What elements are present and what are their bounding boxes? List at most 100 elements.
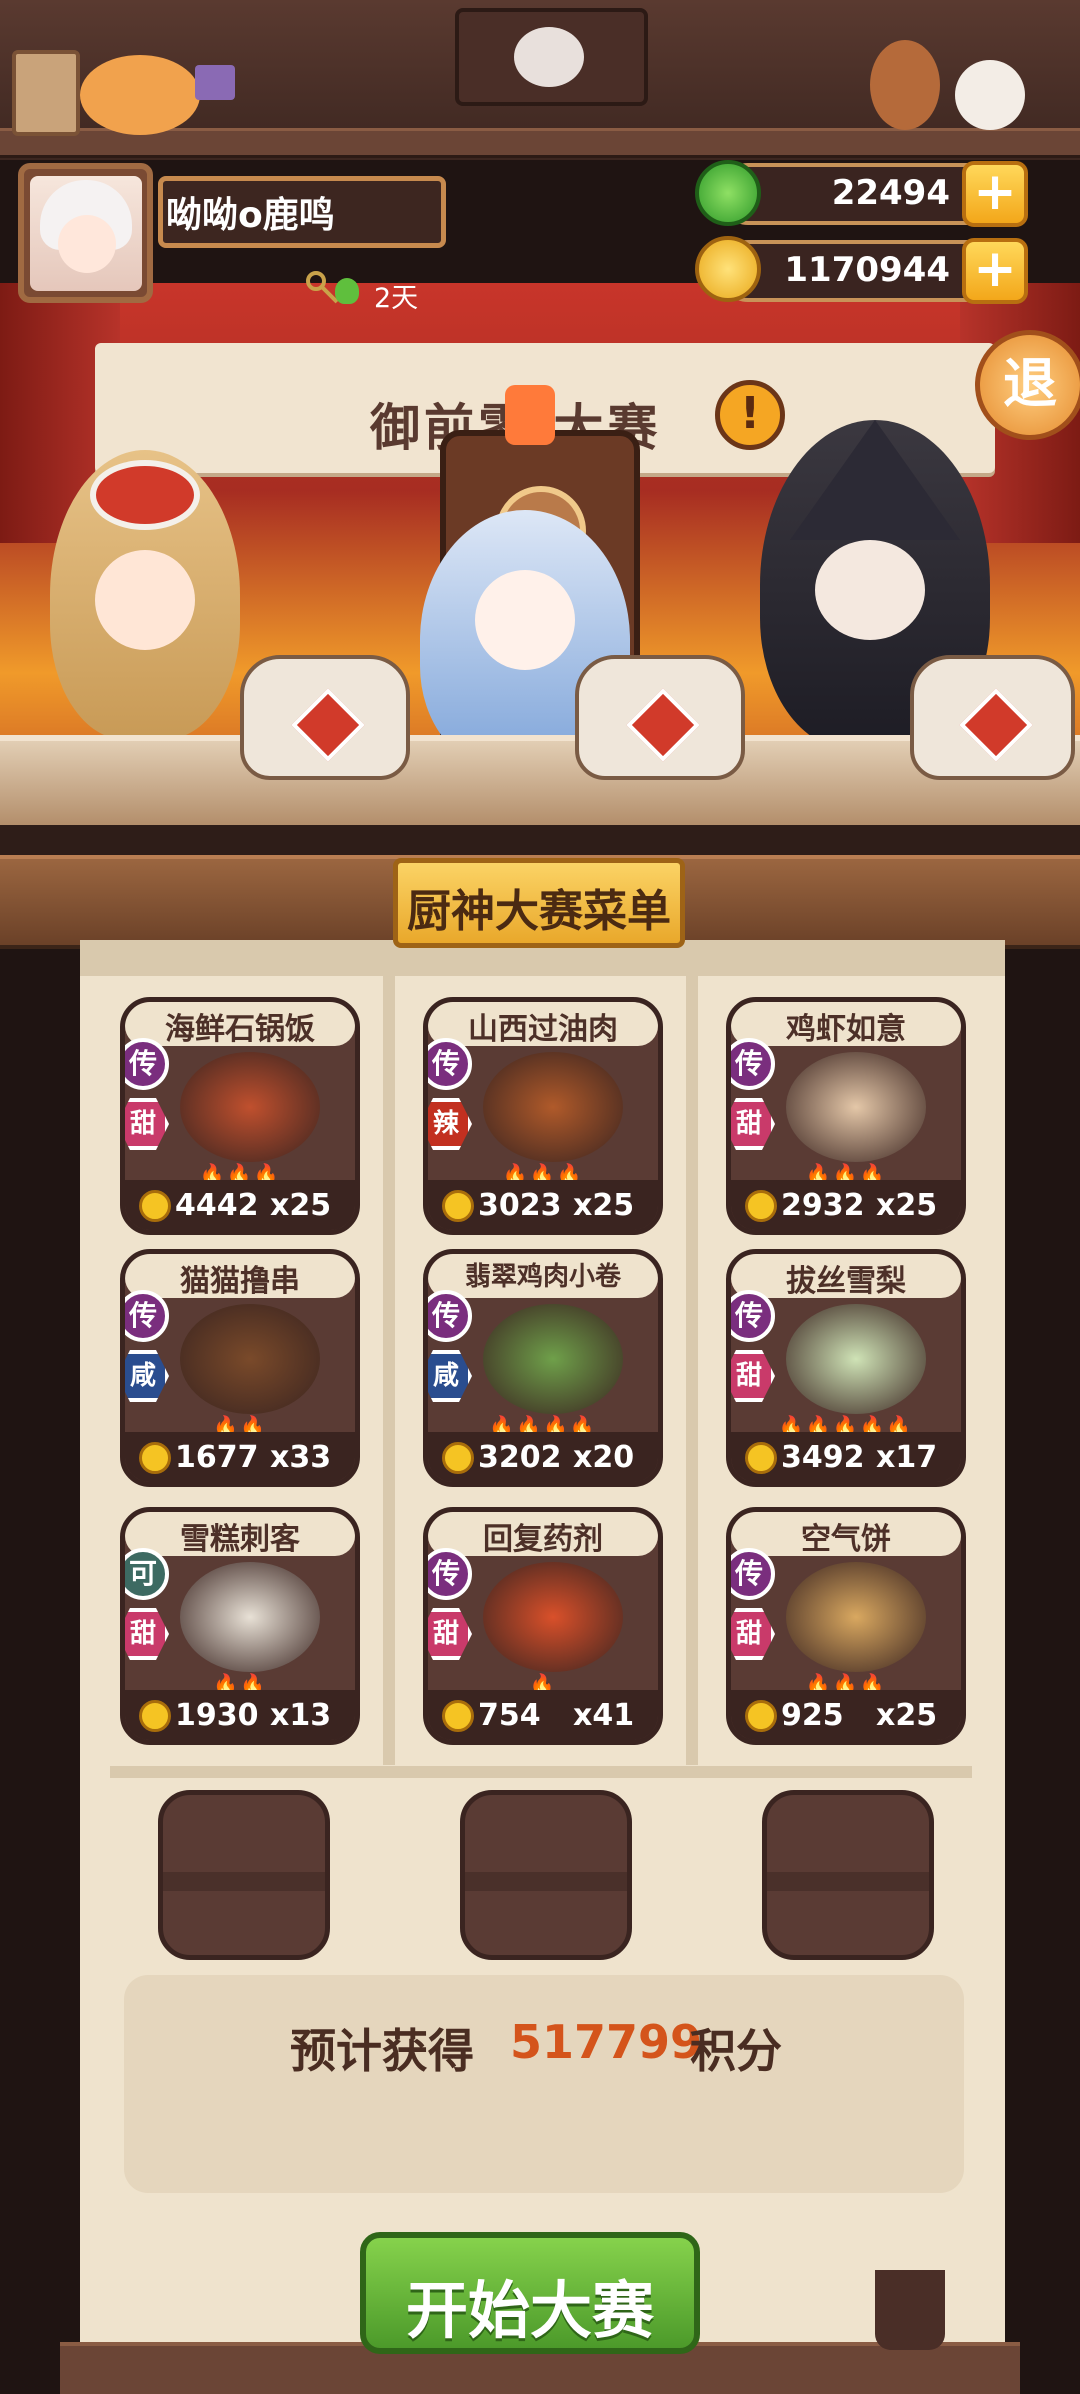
hanging-banner [455, 8, 648, 106]
cat-icon [80, 55, 200, 135]
price-bar: 3492 x17 [731, 1432, 961, 1482]
covered-pot-2 [575, 655, 745, 780]
dish-card[interactable]: 雪糕刺客可甜 🔥🔥 1930 x13 [120, 1507, 360, 1745]
dish-card[interactable]: 拔丝雪梨传甜 🔥🔥🔥🔥🔥 3492 x17 [726, 1249, 966, 1487]
dish-name: 海鲜石锅饭 [165, 1012, 315, 1047]
flavor-badge: 辣 [428, 1098, 472, 1150]
coin-amount: 1170944 [784, 250, 950, 290]
price-bar: 2932 x25 [731, 1180, 961, 1230]
coin-icon [442, 1700, 474, 1732]
flavor-badge: 咸 [428, 1350, 472, 1402]
sprout-icon [335, 278, 359, 304]
rarity-badge: 传 [428, 1548, 472, 1600]
dish-image [786, 1562, 926, 1672]
dish-name: 山西过油肉 [468, 1012, 618, 1047]
white-cat-icon [955, 60, 1025, 130]
jade-amount: 22494 [831, 173, 950, 213]
price-bar: 3202 x20 [428, 1432, 658, 1482]
dish-card[interactable]: 山西过油肉传辣 🔥🔥🔥 3023 x25 [423, 997, 663, 1235]
dish-card[interactable]: 翡翠鸡肉小卷传咸 🔥🔥🔥🔥 3202 x20 [423, 1249, 663, 1487]
dish-quantity: x25 [270, 1188, 332, 1223]
price-bar: 754 x41 [428, 1690, 658, 1740]
rarity-badge: 传 [125, 1290, 169, 1342]
estimate-value: 517799 [510, 2015, 703, 2069]
rarity-badge: 传 [125, 1038, 169, 1090]
dish-image [483, 1052, 623, 1162]
alert-icon[interactable]: ! [715, 380, 785, 450]
flavor-badge: 甜 [731, 1350, 775, 1402]
covered-pot-3 [910, 655, 1075, 780]
dish-quantity: x25 [876, 1188, 938, 1223]
price-bar: 1677 x33 [125, 1432, 355, 1482]
judge-left[interactable] [50, 450, 240, 740]
rarity-badge: 传 [731, 1548, 775, 1600]
dish-name: 拔丝雪梨 [786, 1264, 906, 1299]
jade-icon [695, 160, 761, 226]
rarity-badge: 传 [731, 1038, 775, 1090]
coin-icon [745, 1442, 777, 1474]
empty-dish-slot[interactable] [158, 1790, 330, 1960]
covered-pot-1 [240, 655, 410, 780]
dish-image [180, 1304, 320, 1414]
dish-card[interactable]: 空气饼传甜 🔥🔥🔥 925 x25 [726, 1507, 966, 1745]
dish-price: 3202 [478, 1440, 562, 1475]
dish-image [786, 1304, 926, 1414]
dish-price: 925 [781, 1698, 844, 1733]
coin-icon [745, 1190, 777, 1222]
price-bar: 925 x25 [731, 1690, 961, 1740]
dish-price: 754 [478, 1698, 541, 1733]
dish-quantity: x33 [270, 1440, 332, 1475]
days-counter: 2天 [374, 283, 419, 314]
dish-image [483, 1304, 623, 1414]
coin-icon [442, 1190, 474, 1222]
slots-divider [110, 1766, 972, 1778]
price-bar: 3023 x25 [428, 1180, 658, 1230]
price-bar: 4442 x25 [125, 1180, 355, 1230]
chef-figure-icon [870, 40, 940, 130]
coin-icon [745, 1700, 777, 1732]
flavor-badge: 甜 [731, 1608, 775, 1660]
flavor-badge: 甜 [428, 1608, 472, 1660]
dish-image [483, 1562, 623, 1672]
dish-image [180, 1052, 320, 1162]
flavor-badge: 甜 [731, 1098, 775, 1150]
player-name: 呦呦o鹿鸣 [166, 195, 335, 236]
dish-name: 雪糕刺客 [180, 1522, 300, 1557]
empty-dish-slot[interactable] [460, 1790, 632, 1960]
rarity-badge: 传 [428, 1038, 472, 1090]
start-contest-label[interactable]: 开始大赛 [360, 2260, 700, 2350]
dish-name: 猫猫撸串 [180, 1264, 300, 1299]
dish-quantity: x41 [573, 1698, 635, 1733]
dish-price: 2932 [781, 1188, 865, 1223]
rarity-badge: 传 [428, 1290, 472, 1342]
empty-dish-slot[interactable] [762, 1790, 934, 1960]
exit-button[interactable]: 退 [975, 330, 1080, 440]
flavor-badge: 甜 [125, 1098, 169, 1150]
coin-icon [442, 1442, 474, 1474]
dish-card[interactable]: 海鲜石锅饭传甜 🔥🔥🔥 4442 x25 [120, 997, 360, 1235]
dish-card[interactable]: 回复药剂传甜 🔥 754 x41 [423, 1507, 663, 1745]
dish-price: 4442 [175, 1188, 259, 1223]
estimate-unit: 积分 [690, 2024, 782, 2078]
dish-card[interactable]: 猫猫撸串传咸 🔥🔥 1677 x33 [120, 1249, 360, 1487]
dish-name: 翡翠鸡肉小卷 [464, 1262, 621, 1292]
avatar-face [58, 215, 116, 273]
dish-quantity: x20 [573, 1440, 635, 1475]
estimate-label: 预计获得 [290, 2024, 474, 2078]
dish-price: 1930 [175, 1698, 259, 1733]
column-divider [686, 975, 698, 1765]
dish-price: 1677 [175, 1440, 259, 1475]
rarity-badge: 传 [731, 1290, 775, 1342]
dish-quantity: x25 [876, 1698, 938, 1733]
flavor-badge: 咸 [125, 1350, 169, 1402]
coin-icon [695, 236, 761, 302]
flavor-badge: 甜 [125, 1608, 169, 1660]
add-coin-button[interactable]: + [962, 238, 1028, 304]
dish-quantity: x25 [573, 1188, 635, 1223]
lantern-icon [505, 385, 555, 445]
shelf-board [0, 128, 1080, 158]
dish-card[interactable]: 鸡虾如意传甜 🔥🔥🔥 2932 x25 [726, 997, 966, 1235]
add-jade-button[interactable]: + [962, 161, 1028, 227]
dish-price: 3023 [478, 1188, 562, 1223]
sign-icon [195, 65, 235, 100]
